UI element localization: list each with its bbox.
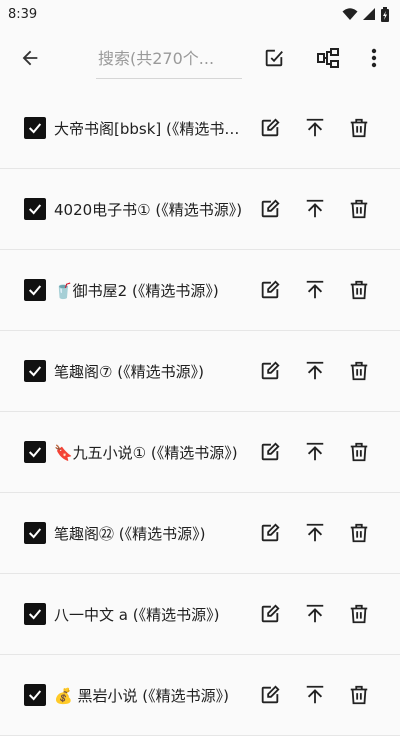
delete-button[interactable] [341, 434, 377, 470]
list-item[interactable]: 笔趣阁⑦ (《精选书源》) [0, 331, 400, 412]
source-name: 笔趣阁⑦ (《精选书源》) [54, 362, 204, 381]
move-to-top-button[interactable] [297, 434, 333, 470]
check-icon [28, 447, 42, 458]
list-item[interactable]: 大帝书阁[bbsk] (《精选书源》) [0, 88, 400, 169]
move-to-top-button[interactable] [297, 596, 333, 632]
check-icon [28, 366, 42, 377]
edit-button[interactable] [252, 110, 288, 146]
delete-icon [350, 604, 368, 624]
edit-icon [261, 118, 280, 137]
edit-icon [261, 280, 280, 299]
edit-icon [261, 685, 280, 704]
to-top-icon [306, 523, 324, 542]
status-icons [342, 6, 390, 22]
edit-button[interactable] [252, 353, 288, 389]
status-time: 8:39 [8, 6, 38, 22]
group-icon [317, 48, 339, 68]
edit-button[interactable] [252, 515, 288, 551]
to-top-icon [306, 442, 324, 461]
wifi-icon [342, 8, 358, 20]
search-input[interactable] [96, 42, 242, 79]
edit-icon [261, 442, 280, 461]
edit-icon [261, 361, 280, 380]
more-vert-icon [371, 48, 377, 68]
move-to-top-button[interactable] [297, 110, 333, 146]
select-all-icon [265, 49, 283, 67]
source-name: 八一中文 a (《精选书源》) [54, 605, 220, 624]
source-checkbox[interactable] [24, 522, 46, 544]
check-icon [28, 609, 42, 620]
list-item[interactable]: 笔趣阁㉒ (《精选书源》) [0, 493, 400, 574]
toolbar [0, 28, 400, 89]
source-name: 🔖九五小说① (《精选书源》) [54, 443, 238, 462]
delete-button[interactable] [341, 110, 377, 146]
source-name: 大帝书阁[bbsk] (《精选书源》) [54, 119, 250, 138]
delete-icon [350, 118, 368, 138]
delete-button[interactable] [341, 677, 377, 713]
delete-icon [350, 280, 368, 300]
check-icon [28, 528, 42, 539]
source-checkbox[interactable] [24, 441, 46, 463]
move-to-top-button[interactable] [297, 272, 333, 308]
source-list: 大帝书阁[bbsk] (《精选书源》) 4020电子书① (《精选书源》) 🥤御… [0, 88, 400, 736]
to-top-icon [306, 604, 324, 623]
edit-button[interactable] [252, 677, 288, 713]
search-box [96, 42, 242, 79]
source-checkbox[interactable] [24, 279, 46, 301]
delete-button[interactable] [341, 515, 377, 551]
to-top-icon [306, 685, 324, 704]
check-icon [28, 204, 42, 215]
list-item[interactable]: 4020电子书① (《精选书源》) [0, 169, 400, 250]
source-checkbox[interactable] [24, 117, 46, 139]
edit-icon [261, 523, 280, 542]
select-all-button[interactable] [254, 38, 294, 78]
list-item[interactable]: 🥤御书屋2 (《精选书源》) [0, 250, 400, 331]
battery-icon [381, 6, 389, 22]
edit-icon [261, 199, 280, 218]
source-checkbox[interactable] [24, 684, 46, 706]
delete-icon [350, 523, 368, 543]
delete-icon [350, 685, 368, 705]
to-top-icon [306, 361, 324, 380]
source-name: 💰 黑岩小说 (《精选书源》) [54, 686, 229, 705]
move-to-top-button[interactable] [297, 191, 333, 227]
to-top-icon [306, 118, 324, 137]
delete-icon [350, 361, 368, 381]
edit-button[interactable] [252, 596, 288, 632]
edit-button[interactable] [252, 434, 288, 470]
source-name: 笔趣阁㉒ (《精选书源》) [54, 524, 206, 543]
move-to-top-button[interactable] [297, 515, 333, 551]
delete-button[interactable] [341, 596, 377, 632]
back-button[interactable] [10, 38, 50, 78]
list-item[interactable]: 💰 黑岩小说 (《精选书源》) [0, 655, 400, 736]
check-icon [28, 123, 42, 134]
source-checkbox[interactable] [24, 360, 46, 382]
edit-button[interactable] [252, 272, 288, 308]
delete-button[interactable] [341, 353, 377, 389]
check-icon [28, 690, 42, 701]
source-name: 4020电子书① (《精选书源》) [54, 200, 243, 219]
edit-icon [261, 604, 280, 623]
list-item[interactable]: 八一中文 a (《精选书源》) [0, 574, 400, 655]
more-button[interactable] [356, 38, 392, 78]
move-to-top-button[interactable] [297, 353, 333, 389]
group-button[interactable] [308, 38, 348, 78]
arrow-back-icon [22, 50, 38, 66]
source-name: 🥤御书屋2 (《精选书源》) [54, 281, 219, 300]
move-to-top-button[interactable] [297, 677, 333, 713]
list-item[interactable]: 🔖九五小说① (《精选书源》) [0, 412, 400, 493]
status-bar: 8:39 [0, 0, 400, 28]
to-top-icon [306, 280, 324, 299]
check-icon [28, 285, 42, 296]
delete-button[interactable] [341, 191, 377, 227]
to-top-icon [306, 199, 324, 218]
delete-icon [350, 199, 368, 219]
source-checkbox[interactable] [24, 603, 46, 625]
delete-icon [350, 442, 368, 462]
edit-button[interactable] [252, 191, 288, 227]
source-checkbox[interactable] [24, 198, 46, 220]
delete-button[interactable] [341, 272, 377, 308]
signal-icon [363, 8, 375, 20]
